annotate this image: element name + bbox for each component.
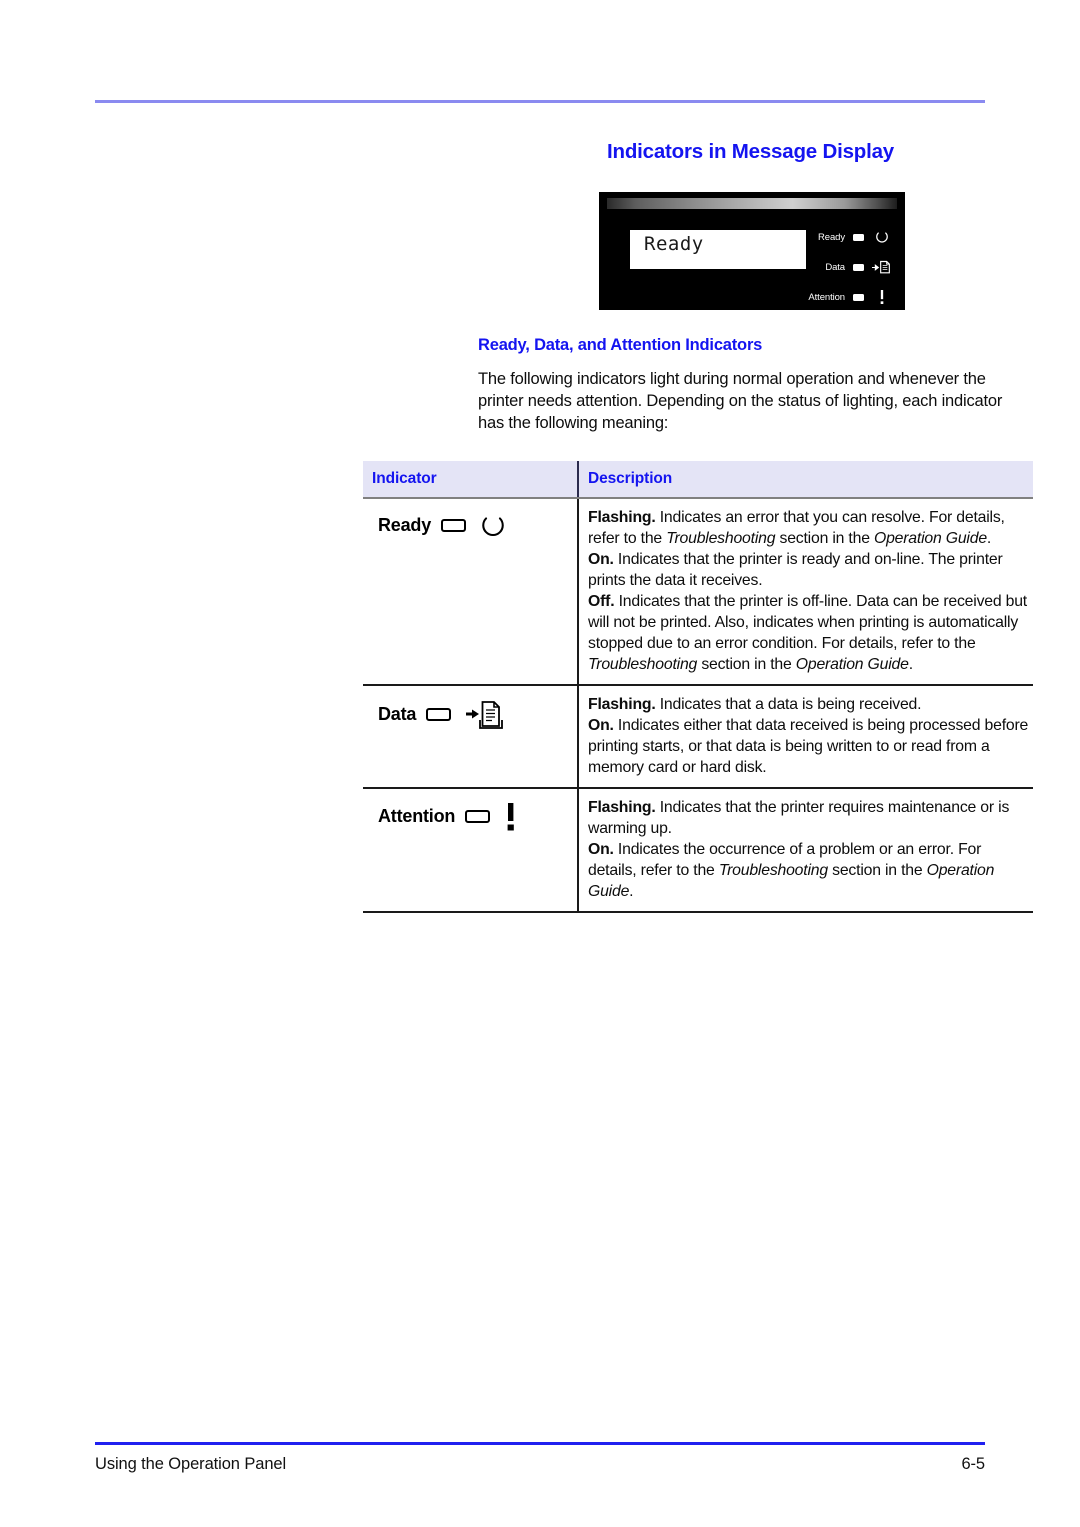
description-line: On. Indicates the occurrence of a proble… bbox=[588, 840, 995, 900]
panel-gradient-strip bbox=[607, 198, 897, 209]
table-body: Ready Flashing. Indicates an error that y… bbox=[363, 497, 1033, 913]
document-page: Indicators in Message Display Ready Read… bbox=[0, 0, 1080, 1527]
description-line: Flashing. Indicates an error that you ca… bbox=[588, 508, 1005, 547]
led-lamp-icon bbox=[853, 293, 864, 301]
indicator-cell: Attention bbox=[363, 787, 579, 913]
page-footer: Using the Operation Panel 6-5 bbox=[95, 1455, 985, 1474]
description-line: On. Indicates that the printer is ready … bbox=[588, 550, 1003, 589]
table-header-row: Indicator Description bbox=[363, 460, 1033, 499]
subsection-title: Ready, Data, and Attention Indicators bbox=[478, 336, 763, 354]
table-row: Data Flashing. Indicates that a data is b… bbox=[363, 684, 1033, 789]
description-line: Flashing. Indicates that the printer req… bbox=[588, 798, 1010, 837]
table-row: Attention Flashing. Indicates that the pr… bbox=[363, 787, 1033, 913]
intro-paragraph: The following indicators light during no… bbox=[478, 370, 1003, 432]
panel-indicator-attention-label: Attention bbox=[808, 291, 845, 303]
description-line: Flashing. Indicates that a data is being… bbox=[588, 695, 922, 713]
header-rule bbox=[95, 100, 985, 103]
table-header-description: Description bbox=[578, 460, 1033, 499]
description-line: On. Indicates either that data received … bbox=[588, 716, 1029, 776]
exclamation-icon bbox=[504, 802, 518, 831]
indicator-cell: Data bbox=[363, 684, 579, 789]
panel-indicator-attention: Attention bbox=[773, 282, 893, 312]
page-content: Indicators in Message Display Ready Read… bbox=[363, 140, 1033, 913]
panel-indicator-data: Data bbox=[773, 252, 893, 282]
indicator-cell: Ready bbox=[363, 497, 579, 686]
panel-indicator-ready: Ready bbox=[773, 222, 893, 252]
led-lamp-icon bbox=[465, 810, 491, 824]
footer-chapter-title: Using the Operation Panel bbox=[95, 1455, 287, 1473]
led-lamp-icon bbox=[853, 263, 864, 271]
panel-indicator-data-label: Data bbox=[825, 261, 845, 273]
message-display-text: Ready bbox=[644, 233, 704, 255]
data-receive-icon bbox=[465, 700, 505, 730]
table-header-indicator: Indicator bbox=[363, 460, 579, 499]
description-cell: Flashing. Indicates an error that you ca… bbox=[578, 497, 1033, 686]
indicator-name: Data bbox=[378, 703, 417, 724]
power-standby-icon bbox=[480, 513, 506, 539]
data-receive-icon bbox=[871, 260, 893, 275]
indicator-table: Indicator Description Ready Flashing. Ind… bbox=[363, 460, 1033, 913]
led-lamp-icon bbox=[426, 708, 452, 722]
table-row: Ready Flashing. Indicates an error that y… bbox=[363, 497, 1033, 686]
indicator-name: Attention bbox=[378, 805, 456, 826]
page-title: Indicators in Message Display bbox=[607, 140, 894, 163]
led-lamp-icon bbox=[853, 233, 864, 241]
description-cell: Flashing. Indicates that the printer req… bbox=[578, 787, 1033, 913]
indicator-name: Ready bbox=[378, 514, 432, 535]
panel-indicator-list: Ready Data Attention bbox=[773, 222, 893, 312]
description-line: Off. Indicates that the printer is off-l… bbox=[588, 592, 1027, 673]
footer-rule bbox=[95, 1442, 985, 1445]
operation-panel-illustration: Ready Ready Data Attention bbox=[363, 192, 1033, 310]
exclamation-icon bbox=[871, 289, 893, 305]
operation-panel: Ready Ready Data Attention bbox=[599, 192, 905, 310]
led-lamp-icon bbox=[441, 519, 467, 533]
panel-indicator-ready-label: Ready bbox=[818, 231, 845, 243]
description-cell: Flashing. Indicates that a data is being… bbox=[578, 684, 1033, 789]
power-standby-icon bbox=[871, 230, 893, 244]
footer-page-number: 6-5 bbox=[961, 1455, 985, 1473]
